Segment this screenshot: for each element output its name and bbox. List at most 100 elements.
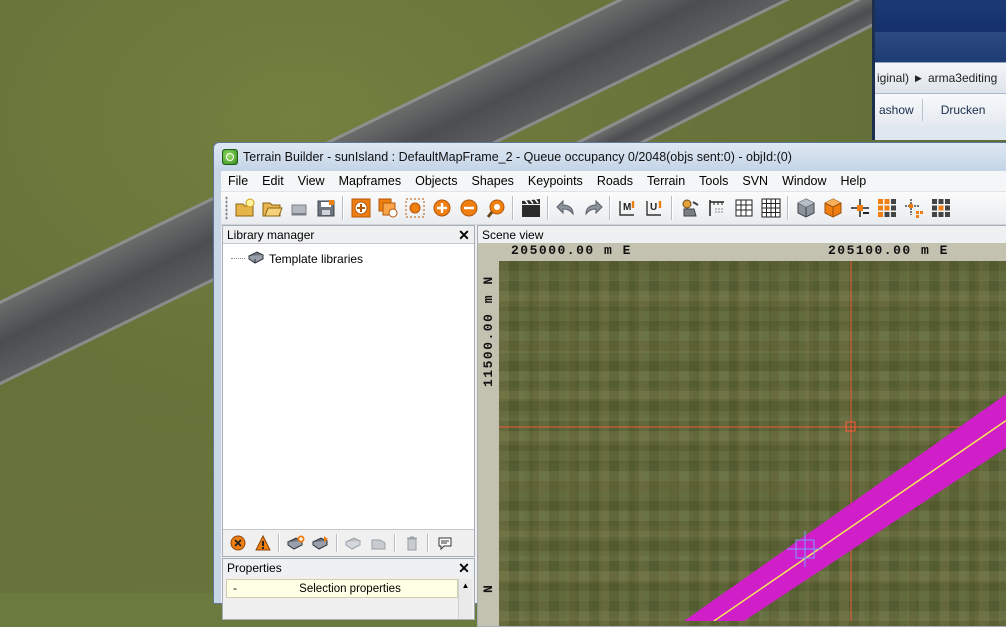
toolbar-grip[interactable] <box>225 196 228 220</box>
menu-file[interactable]: File <box>221 171 255 191</box>
toolbar-separator <box>512 196 514 220</box>
comment-icon[interactable] <box>433 532 457 554</box>
breadcrumb-chevron-icon: ▶ <box>915 72 922 83</box>
library-disabled-icon[interactable] <box>342 532 366 554</box>
terrain-map-canvas[interactable] <box>499 261 1006 626</box>
library-manager-panel: Library manager ✕ Template libraries <box>222 225 475 557</box>
merge-button[interactable]: M <box>615 195 641 221</box>
tree-item-template-libraries[interactable]: Template libraries <box>231 250 363 267</box>
terrain-builder-app-icon[interactable] <box>222 149 238 165</box>
properties-title: Properties <box>227 560 282 575</box>
selection-properties-row[interactable]: - Selection properties <box>226 579 458 598</box>
library-manager-title: Library manager <box>227 227 315 242</box>
top-ruler: 205000.00 m E 205100.00 m E <box>478 243 1006 261</box>
new-project-button[interactable] <box>232 195 258 221</box>
redo-button[interactable] <box>580 195 606 221</box>
load-library-icon[interactable] <box>309 532 333 554</box>
add-library-icon[interactable] <box>284 532 308 554</box>
easting-label-2: 205100.00 m E <box>828 243 949 258</box>
properties-panel: Properties ✕ - Selection properties ▲ <box>222 558 475 620</box>
zoom-in-button[interactable] <box>429 195 455 221</box>
slideshow-button[interactable]: ashow <box>875 103 918 117</box>
browser-titlebar <box>875 0 1006 32</box>
grid-large-icon[interactable] <box>758 195 784 221</box>
tree-connector <box>231 258 245 259</box>
menu-shapes[interactable]: Shapes <box>465 171 521 191</box>
measure-tool-icon[interactable] <box>704 195 730 221</box>
window-title: Terrain Builder - sunIsland : DefaultMap… <box>243 150 792 164</box>
print-button[interactable]: Drucken <box>937 103 990 117</box>
zoom-extent-button[interactable] <box>483 195 509 221</box>
terrain-builder-window: Terrain Builder - sunIsland : DefaultMap… <box>213 142 1006 627</box>
close-project-button[interactable] <box>286 195 312 221</box>
menu-view[interactable]: View <box>291 171 332 191</box>
save-button[interactable] <box>313 195 339 221</box>
toolbar-separator <box>394 534 396 552</box>
left-ruler: 11500.00 m N N <box>478 243 499 626</box>
menu-window[interactable]: Window <box>775 171 833 191</box>
library-tree: Template libraries <box>223 244 474 556</box>
grid-small-icon[interactable] <box>731 195 757 221</box>
toolbar-separator <box>609 196 611 220</box>
add-object-button[interactable] <box>348 195 374 221</box>
library-disabled-icon-2[interactable] <box>367 532 391 554</box>
warning-icon[interactable] <box>251 532 275 554</box>
menu-mapframes[interactable]: Mapframes <box>332 171 409 191</box>
breadcrumb-item[interactable]: iginal) <box>877 71 909 85</box>
toolbar-separator <box>342 196 344 220</box>
svg-text:U: U <box>650 202 657 213</box>
scene-view-panel: Scene view 205000.00 m E 205100.00 m E 1… <box>477 225 1006 627</box>
menu-keypoints[interactable]: Keypoints <box>521 171 590 191</box>
window-client: File Edit View Mapframes Objects Shapes … <box>221 171 1006 627</box>
browser-command-bar: ashow Drucken <box>875 94 1006 126</box>
window-titlebar[interactable]: Terrain Builder - sunIsland : DefaultMap… <box>214 143 1006 171</box>
trash-icon[interactable] <box>400 532 424 554</box>
road-shape <box>684 394 1006 621</box>
menu-objects[interactable]: Objects <box>408 171 464 191</box>
toolbar-separator <box>278 534 280 552</box>
scene-view-title: Scene view <box>482 227 544 242</box>
open-project-button[interactable] <box>259 195 285 221</box>
scroll-up-icon[interactable]: ▲ <box>462 581 470 590</box>
main-toolbar: M U <box>221 192 1006 225</box>
robot-tool-icon[interactable] <box>677 195 703 221</box>
clapper-icon[interactable] <box>518 195 544 221</box>
menu-bar: File Edit View Mapframes Objects Shapes … <box>221 171 1006 192</box>
gray-cube-icon[interactable] <box>793 195 819 221</box>
menu-roads[interactable]: Roads <box>590 171 640 191</box>
close-icon[interactable]: ✕ <box>457 561 471 575</box>
menu-tools[interactable]: Tools <box>692 171 735 191</box>
snap-point-icon[interactable] <box>847 195 873 221</box>
update-button[interactable]: U <box>642 195 668 221</box>
toolbar-separator <box>336 534 338 552</box>
orange-cube-icon[interactable] <box>820 195 846 221</box>
library-manager-header: Library manager ✕ <box>223 226 474 244</box>
delete-circle-icon[interactable] <box>226 532 250 554</box>
menu-help[interactable]: Help <box>834 171 874 191</box>
tree-item-label: Template libraries <box>269 251 364 266</box>
northing-label: 11500.00 m N <box>481 275 496 387</box>
snap-grid-icon[interactable] <box>901 195 927 221</box>
menu-terrain[interactable]: Terrain <box>640 171 692 191</box>
add-objects-button[interactable] <box>375 195 401 221</box>
books-icon <box>247 250 265 267</box>
properties-scrollbar[interactable]: ▲ <box>458 579 472 619</box>
menu-svn[interactable]: SVN <box>735 171 775 191</box>
map-overlay <box>499 261 1006 621</box>
orange-grid-icon[interactable] <box>874 195 900 221</box>
zoom-out-button[interactable] <box>456 195 482 221</box>
undo-button[interactable] <box>553 195 579 221</box>
scene-view-header: Scene view <box>478 226 1006 243</box>
close-icon[interactable]: ✕ <box>457 228 471 242</box>
browser-tab-strip <box>875 32 1006 62</box>
toolbar-separator <box>787 196 789 220</box>
select-area-button[interactable] <box>402 195 428 221</box>
toolbar-separator <box>547 196 549 220</box>
toolbar-separator <box>427 534 429 552</box>
svg-text:M: M <box>623 202 631 213</box>
browser-breadcrumb[interactable]: iginal) ▶ arma3editing <box>875 62 1006 94</box>
menu-edit[interactable]: Edit <box>255 171 291 191</box>
breadcrumb-item[interactable]: arma3editing <box>928 71 997 85</box>
dark-grid-icon[interactable] <box>928 195 954 221</box>
toolbar-separator <box>921 99 923 121</box>
